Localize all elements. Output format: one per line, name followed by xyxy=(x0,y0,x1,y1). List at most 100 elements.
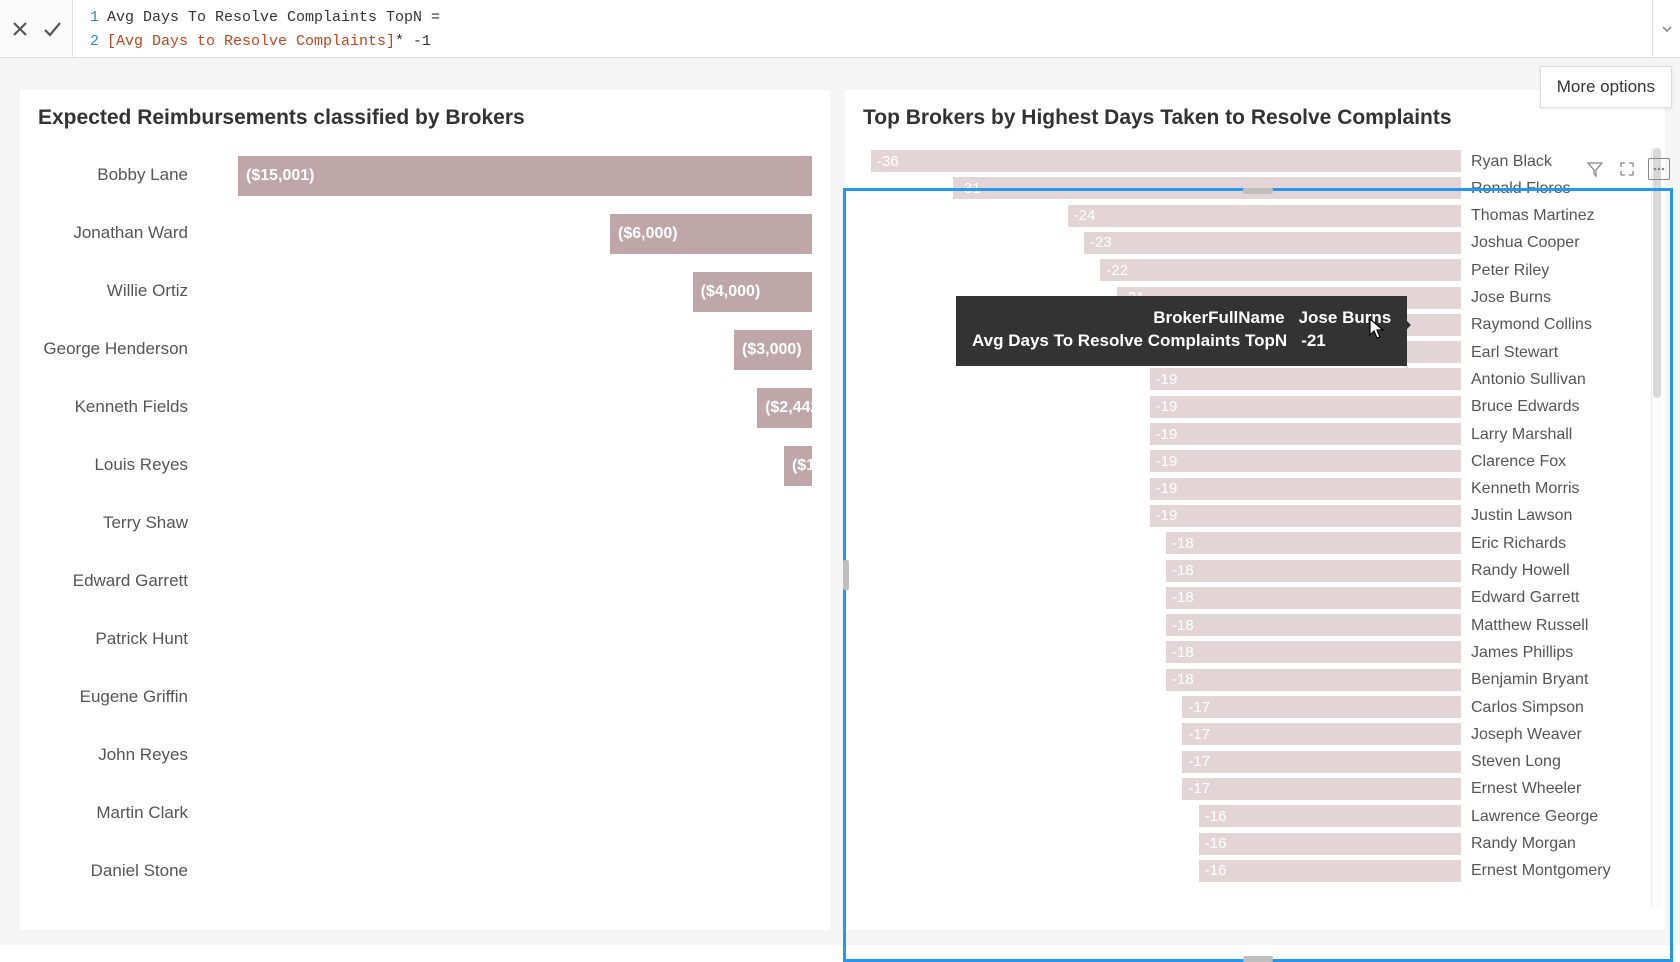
bar-row[interactable]: -36Ryan Black xyxy=(871,148,1633,175)
data-bar[interactable]: -17 xyxy=(1182,696,1461,718)
more-options-button[interactable]: More options xyxy=(1540,66,1672,108)
bar-value-label: -18 xyxy=(1172,589,1194,606)
bar-row[interactable]: George Henderson($3,000) xyxy=(38,326,812,372)
resize-handle[interactable] xyxy=(1243,956,1273,962)
visual-expected-reimbursements[interactable]: Expected Reimbursements classified by Br… xyxy=(20,90,830,930)
bar-row[interactable]: -17Ernest Wheeler xyxy=(871,776,1633,803)
bar-row[interactable]: -18 James Phillips xyxy=(871,639,1633,666)
bar-row[interactable]: -19Justin Lawson xyxy=(871,503,1633,530)
bar-row[interactable]: Martin Clark xyxy=(38,790,812,836)
formula-editor[interactable]: 1 Avg Days To Resolve Complaints TopN = … xyxy=(73,0,1652,57)
data-bar[interactable]: -17 xyxy=(1182,778,1461,800)
category-label: Bobby Lane xyxy=(38,165,198,185)
expand-formula-button[interactable] xyxy=(1652,0,1680,57)
bar-row[interactable]: Eugene Griffin xyxy=(38,674,812,720)
bar-row[interactable]: -22Peter Riley xyxy=(871,257,1633,284)
bar-chart-right[interactable]: -36Ryan Black-31Ronald Flores-24Thomas M… xyxy=(871,148,1633,916)
scrollbar-thumb[interactable] xyxy=(1653,148,1661,398)
category-label: Clarence Fox xyxy=(1471,453,1566,471)
data-bar[interactable]: ($1,791) xyxy=(784,446,812,486)
bar-row[interactable]: -16Ernest Montgomery xyxy=(871,858,1633,885)
data-bar[interactable]: -22 xyxy=(1100,259,1461,281)
data-bar[interactable]: -23 xyxy=(1084,232,1461,254)
data-bar[interactable]: -18 xyxy=(1166,587,1461,609)
category-label: Jose Burns xyxy=(1471,289,1551,307)
bar-row[interactable]: John Reyes xyxy=(38,732,812,778)
category-label: Randy Morgan xyxy=(1471,835,1576,853)
bar-row[interactable]: -23Joshua Cooper xyxy=(871,230,1633,257)
category-label: Kenneth Morris xyxy=(1471,480,1580,498)
bar-row[interactable]: -19Larry Marshall xyxy=(871,421,1633,448)
bar-row[interactable]: -18Benjamin Bryant xyxy=(871,667,1633,694)
filter-icon[interactable] xyxy=(1584,158,1606,180)
scrollbar[interactable] xyxy=(1651,148,1661,908)
bar-value-label: -36 xyxy=(877,153,899,170)
formula-measure-ref: [Avg Days to Resolve Complaints] xyxy=(107,30,395,54)
bar-row[interactable]: Louis Reyes($1,791) xyxy=(38,442,812,488)
data-bar[interactable]: -17 xyxy=(1182,751,1461,773)
category-label: Antonio Sullivan xyxy=(1471,371,1586,389)
bar-row[interactable]: -16 Randy Morgan xyxy=(871,831,1633,858)
bar-row[interactable]: -24Thomas Martinez xyxy=(871,203,1633,230)
bar-row[interactable]: -18Edward Garrett xyxy=(871,585,1633,612)
report-canvas[interactable]: More options Expected Reimbursements cla… xyxy=(0,58,1680,945)
bar-value-label: -17 xyxy=(1188,753,1210,770)
bar-value-label: -19 xyxy=(1156,398,1178,415)
data-bar[interactable]: -19 xyxy=(1150,396,1461,418)
category-label: James Phillips xyxy=(1471,644,1573,662)
data-bar[interactable]: -31 xyxy=(953,177,1461,199)
data-bar[interactable]: ($4,000) xyxy=(693,272,812,312)
data-bar[interactable]: -19 xyxy=(1150,505,1461,527)
bar-row[interactable]: -19 Clarence Fox xyxy=(871,448,1633,475)
bar-row[interactable]: -31Ronald Flores xyxy=(871,175,1633,202)
bar-row[interactable]: Edward Garrett xyxy=(38,558,812,604)
data-bar[interactable]: -19 xyxy=(1150,423,1461,445)
data-bar[interactable]: -19 xyxy=(1150,368,1461,390)
bar-row[interactable]: -19 Antonio Sullivan xyxy=(871,366,1633,393)
data-bar[interactable]: ($3,000) xyxy=(734,330,812,370)
data-bar[interactable]: -16 xyxy=(1199,860,1461,882)
data-bar[interactable]: -17 xyxy=(1182,723,1461,745)
data-bar[interactable]: -16 xyxy=(1199,805,1461,827)
category-label: Daniel Stone xyxy=(38,861,198,881)
commit-formula-button[interactable] xyxy=(40,17,64,41)
bar-row[interactable]: -17Joseph Weaver xyxy=(871,721,1633,748)
bar-row[interactable]: Terry Shaw xyxy=(38,500,812,546)
bar-row[interactable]: -16Lawrence George xyxy=(871,803,1633,830)
data-bar[interactable]: -18 xyxy=(1166,641,1461,663)
bar-row[interactable]: -17Steven Long xyxy=(871,749,1633,776)
data-bar[interactable]: -19 xyxy=(1150,450,1461,472)
data-bar[interactable]: -18 xyxy=(1166,560,1461,582)
data-bar[interactable]: -16 xyxy=(1199,833,1461,855)
bar-row[interactable]: -18Eric Richards xyxy=(871,530,1633,557)
bar-row[interactable]: Kenneth Fields($2,442) xyxy=(38,384,812,430)
data-bar[interactable]: -18 xyxy=(1166,614,1461,636)
bar-row[interactable]: -19Bruce Edwards xyxy=(871,394,1633,421)
bar-row[interactable]: -19 Kenneth Morris xyxy=(871,476,1633,503)
data-bar[interactable]: -36 xyxy=(871,150,1461,172)
category-label: Raymond Collins xyxy=(1471,316,1592,334)
cancel-formula-button[interactable] xyxy=(8,17,32,41)
bar-row[interactable]: -18Randy Howell xyxy=(871,558,1633,585)
data-bar[interactable]: -18 xyxy=(1166,669,1461,691)
bar-row[interactable]: Willie Ortiz($4,000) xyxy=(38,268,812,314)
data-bar[interactable]: ($2,442) xyxy=(757,388,812,428)
bar-value-label: -18 xyxy=(1172,562,1194,579)
bar-chart-left[interactable]: Bobby Lane ($15,001) Jonathan Ward($6,000)… xyxy=(38,152,812,922)
data-bar[interactable]: ($6,000) xyxy=(610,214,812,254)
bar-row[interactable]: -17Carlos Simpson xyxy=(871,694,1633,721)
focus-mode-icon[interactable] xyxy=(1616,158,1638,180)
data-bar[interactable]: -24 xyxy=(1068,205,1461,227)
data-bar[interactable]: ($15,001) xyxy=(238,156,812,196)
bar-value-label: -17 xyxy=(1188,726,1210,743)
bar-value-label: ($1,791) xyxy=(792,457,812,475)
more-options-icon[interactable] xyxy=(1648,158,1670,180)
data-bar[interactable]: -18 xyxy=(1166,532,1461,554)
bar-row[interactable]: Patrick Hunt xyxy=(38,616,812,662)
visual-top-brokers-days[interactable]: Top Brokers by Highest Days Taken to Res… xyxy=(845,90,1665,930)
bar-row[interactable]: Bobby Lane ($15,001) xyxy=(38,152,812,198)
bar-row[interactable]: Jonathan Ward($6,000) xyxy=(38,210,812,256)
bar-row[interactable]: -18Matthew Russell xyxy=(871,612,1633,639)
bar-row[interactable]: Daniel Stone xyxy=(38,848,812,894)
data-bar[interactable]: -19 xyxy=(1150,478,1461,500)
